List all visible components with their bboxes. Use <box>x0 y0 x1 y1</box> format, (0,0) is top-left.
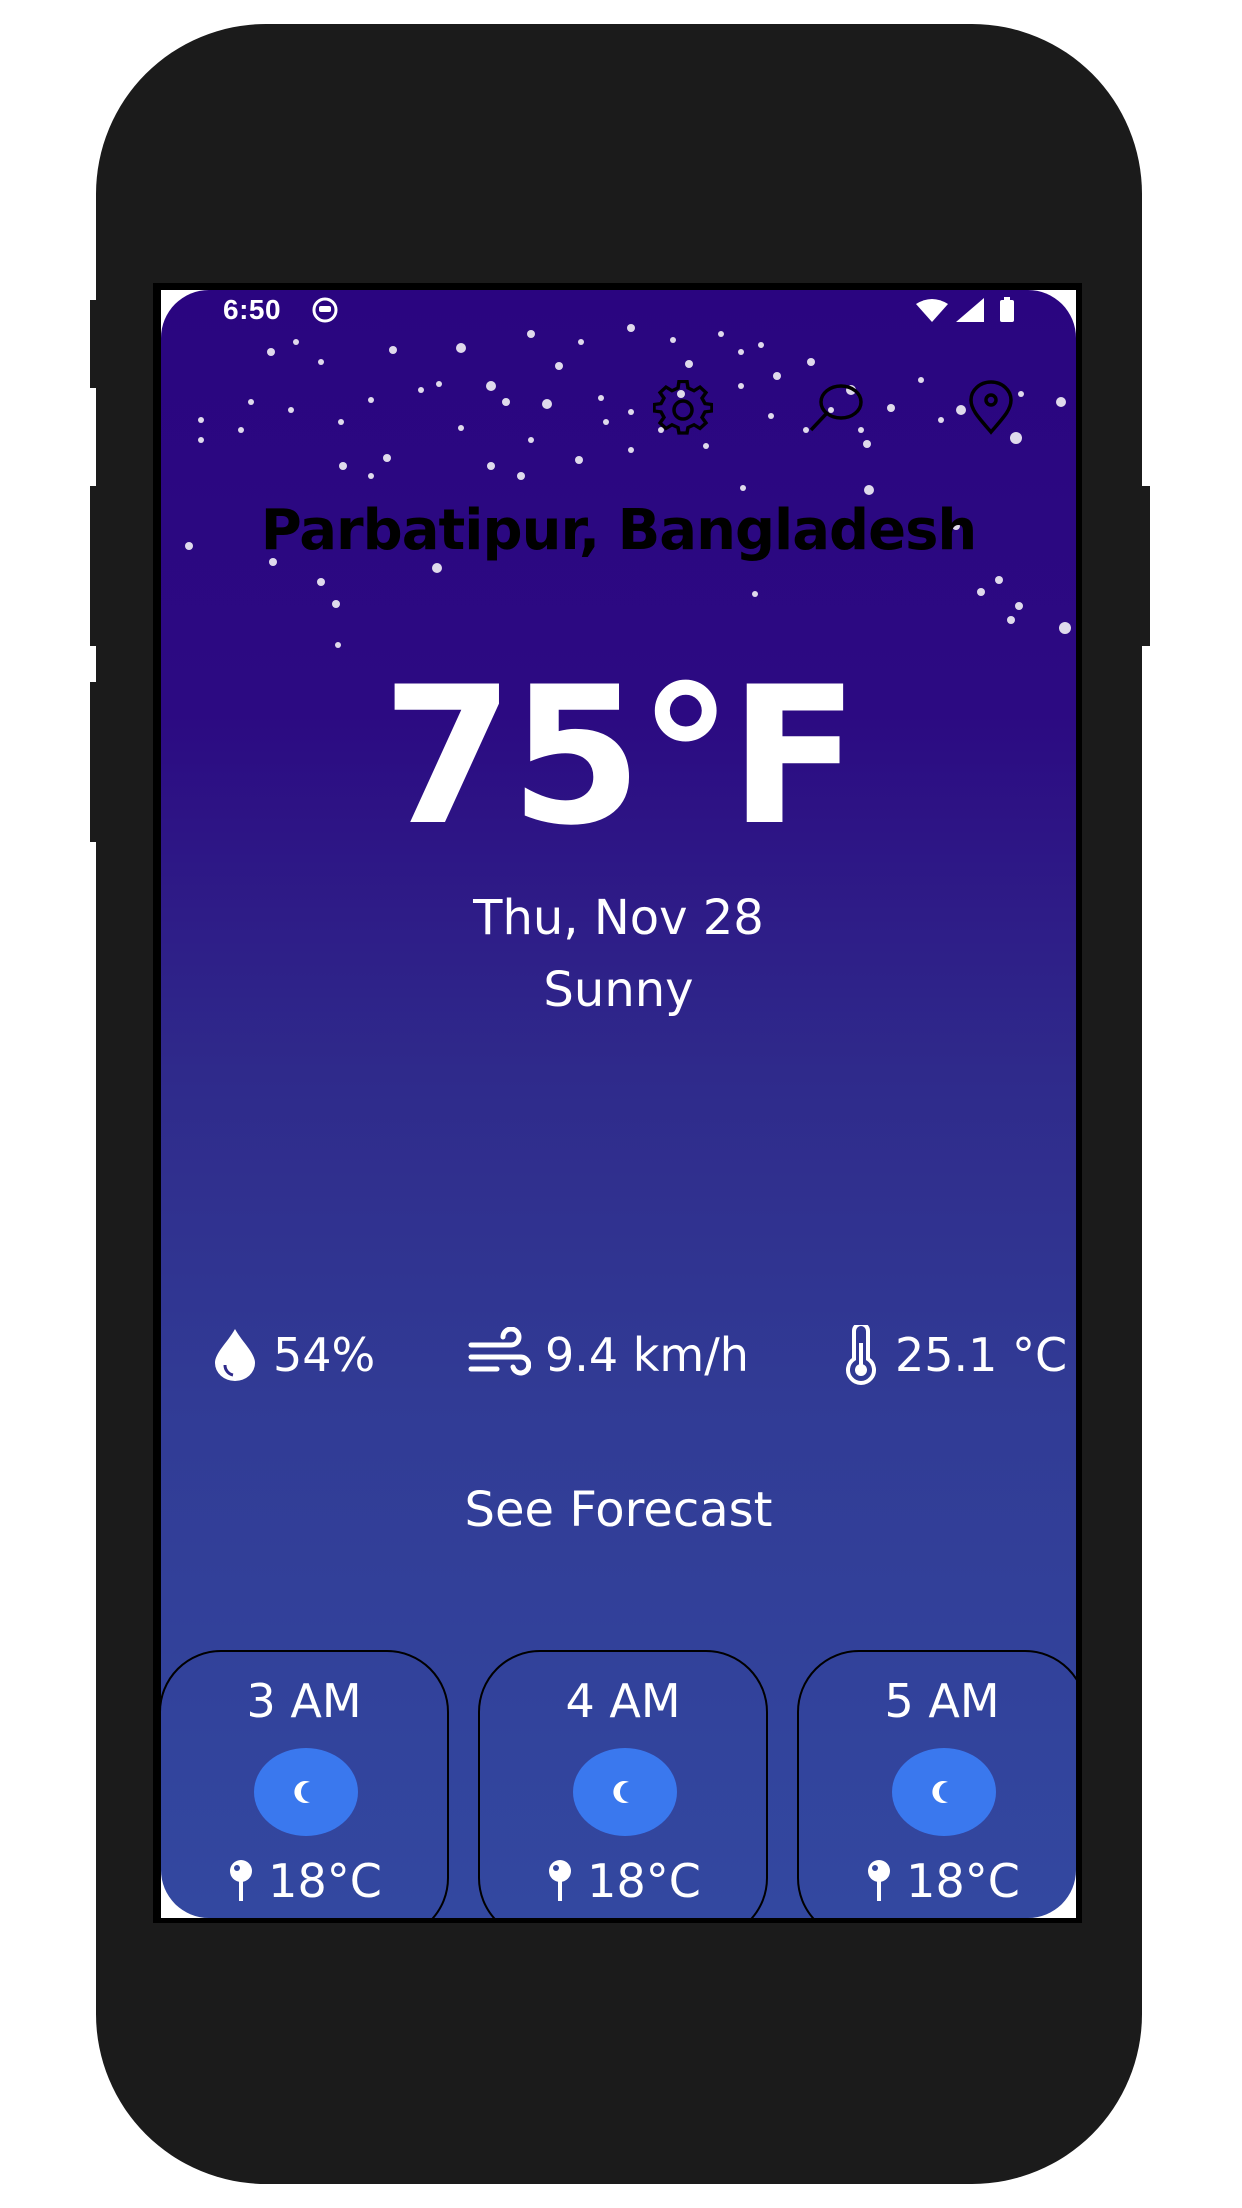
hourly-time: 3 AM <box>246 1674 362 1728</box>
hourly-temp-value: 18°C <box>268 1854 382 1908</box>
hourly-icon-badge <box>254 1748 358 1836</box>
wind-icon <box>468 1327 531 1376</box>
weather-app: 6:50 Parbatipur, Bangladesh 75°F Thu, No… <box>161 290 1076 1918</box>
phone-side-button <box>90 300 102 388</box>
see-forecast-button[interactable]: See Forecast <box>161 1482 1076 1538</box>
wind-value: 9.4 km/h <box>545 1328 749 1382</box>
moon-icon <box>294 1781 310 1803</box>
status-indicators <box>916 297 1014 322</box>
water-drop-icon <box>215 1329 255 1381</box>
hourly-temp-value: 18°C <box>587 1854 701 1908</box>
weather-stats: 54% 9.4 km/h 25.1 °C <box>161 1320 1076 1390</box>
hourly-temp: 18°C <box>161 1854 447 1908</box>
hourly-temp: 18°C <box>799 1854 1076 1908</box>
wind-stat: 9.4 km/h <box>467 1320 749 1390</box>
moon-icon <box>932 1781 948 1803</box>
notification-icon <box>312 297 338 323</box>
phone-volume-down-button <box>90 682 102 842</box>
hourly-time: 5 AM <box>884 1674 1000 1728</box>
top-toolbar <box>161 380 1076 440</box>
pin-icon <box>549 1860 572 1901</box>
thermometer-icon <box>846 1325 876 1385</box>
hourly-card[interactable]: 5 AM 18°C <box>797 1650 1076 1918</box>
battery-icon <box>1000 297 1014 322</box>
wifi-icon <box>916 299 948 322</box>
location-title: Parbatipur, Bangladesh <box>260 498 978 563</box>
current-temperature: 75°F <box>381 646 859 867</box>
hourly-time: 4 AM <box>565 1674 681 1728</box>
feels-like-stat: 25.1 °C <box>841 1320 1067 1390</box>
moon-icon <box>613 1781 629 1803</box>
map-pin-icon[interactable] <box>961 380 1021 440</box>
search-icon[interactable] <box>807 380 867 440</box>
cellular-signal-icon <box>956 298 984 322</box>
phone-volume-up-button <box>90 486 102 646</box>
gear-icon[interactable] <box>653 380 713 440</box>
hourly-temp: 18°C <box>480 1854 766 1908</box>
weather-condition: Sunny <box>543 962 694 1018</box>
status-time: 6:50 <box>223 294 282 325</box>
hourly-icon-badge <box>573 1748 677 1836</box>
phone-power-button <box>1136 486 1150 646</box>
pin-icon <box>868 1860 891 1901</box>
snow-particles <box>185 324 1071 648</box>
feels-like-value: 25.1 °C <box>895 1328 1068 1382</box>
humidity-stat: 54% <box>211 1320 375 1390</box>
humidity-value: 54% <box>273 1328 376 1382</box>
pin-icon <box>230 1860 253 1901</box>
hourly-icon-badge <box>892 1748 996 1836</box>
hourly-card[interactable]: 3 AM 18°C <box>161 1650 449 1918</box>
screen: 6:50 Parbatipur, Bangladesh 75°F Thu, No… <box>161 290 1076 1918</box>
status-bar: 6:50 <box>161 290 1076 330</box>
current-date: Thu, Nov 28 <box>473 890 764 946</box>
hourly-card[interactable]: 4 AM 18°C <box>478 1650 768 1918</box>
hourly-temp-value: 18°C <box>906 1854 1020 1908</box>
